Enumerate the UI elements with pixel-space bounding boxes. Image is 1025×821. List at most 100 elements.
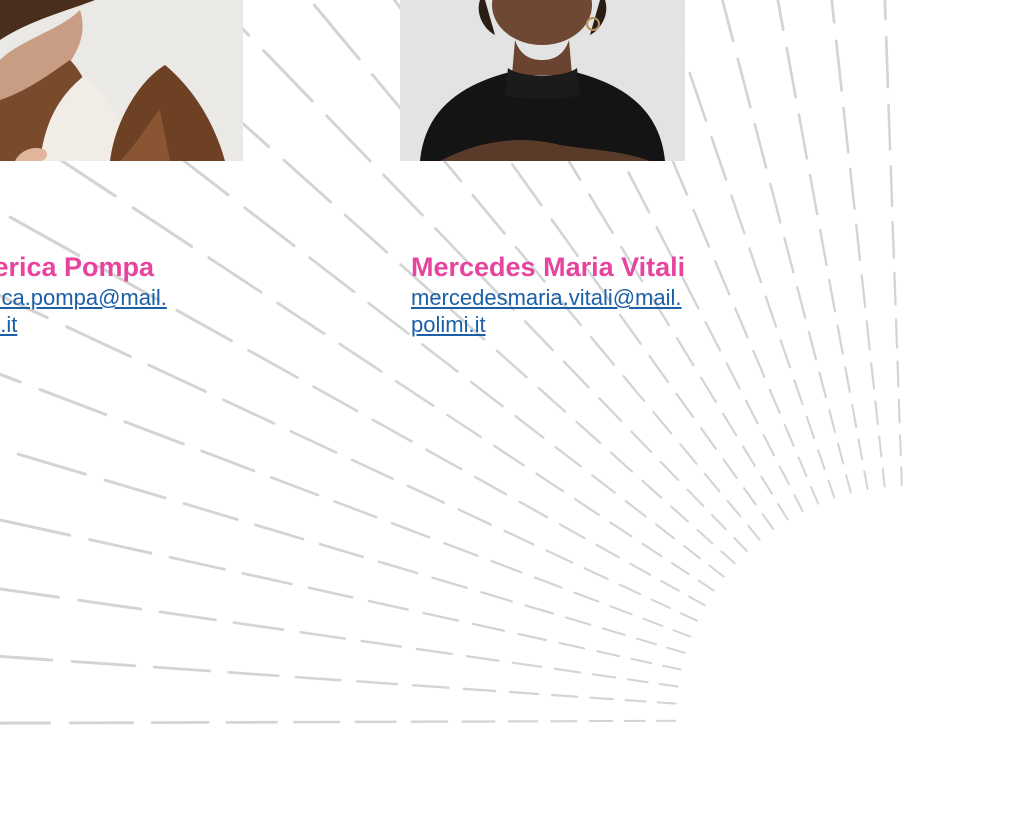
decorative-dash bbox=[338, 342, 383, 373]
decorative-dash bbox=[635, 637, 658, 646]
decorative-dash bbox=[595, 543, 620, 559]
decorative-dash bbox=[648, 355, 670, 384]
decorative-dash bbox=[390, 521, 431, 539]
decorative-dash bbox=[778, 465, 790, 486]
decorative-dash bbox=[308, 256, 356, 294]
decorative-dash bbox=[744, 399, 759, 425]
decorative-dash bbox=[675, 336, 695, 367]
decorative-dash bbox=[562, 360, 590, 389]
decorative-dash bbox=[874, 400, 879, 426]
person-name: Mercedes Maria Vitali bbox=[411, 252, 686, 282]
decorative-dash bbox=[514, 414, 545, 439]
decorative-dash bbox=[828, 408, 836, 433]
decorative-dash bbox=[182, 502, 239, 521]
decorative-dash bbox=[779, 339, 792, 369]
email-line-1[interactable]: mercedesmaria.vitali@mail. bbox=[411, 284, 685, 311]
decorative-dash bbox=[276, 301, 326, 336]
decorative-dash bbox=[457, 508, 492, 526]
decorative-dash bbox=[688, 595, 706, 607]
decorative-dash bbox=[411, 684, 450, 689]
email-link[interactable]: mercedesmaria.vitali@mail. polimi.it bbox=[411, 284, 685, 338]
decorative-dash bbox=[243, 206, 296, 248]
decorative-dash bbox=[721, 0, 735, 43]
decorative-dash bbox=[517, 632, 548, 642]
decorative-dash bbox=[471, 193, 506, 235]
decorative-dash bbox=[406, 484, 446, 504]
decorative-dash bbox=[769, 182, 782, 224]
decorative-dash bbox=[658, 682, 679, 688]
decorative-dash bbox=[655, 523, 676, 540]
decorative-dash bbox=[652, 410, 673, 435]
decorative-dash bbox=[624, 499, 647, 518]
decorative-dash bbox=[699, 376, 717, 403]
decorative-dash bbox=[887, 103, 892, 151]
decorative-dash bbox=[752, 349, 766, 379]
decorative-dash bbox=[307, 586, 354, 599]
decorative-dash bbox=[883, 0, 887, 20]
decorative-dash bbox=[845, 474, 852, 494]
decorative-dash bbox=[377, 560, 419, 575]
decorative-dash bbox=[343, 213, 389, 254]
decorative-dash bbox=[797, 113, 809, 160]
decorative-dash bbox=[714, 260, 731, 296]
decorative-dash bbox=[325, 114, 372, 163]
decorative-dash bbox=[730, 194, 746, 235]
decorative-dash bbox=[734, 307, 749, 339]
person-name: derica Pompa bbox=[0, 252, 155, 282]
decorative-dash bbox=[670, 505, 690, 523]
decorative-dash bbox=[857, 438, 864, 461]
decorative-dash bbox=[535, 472, 565, 493]
decorative-dash bbox=[860, 274, 867, 308]
decorative-dash bbox=[672, 629, 692, 638]
decorative-dash bbox=[710, 136, 728, 181]
decorative-dash bbox=[227, 670, 280, 678]
decorative-dash bbox=[776, 0, 785, 32]
decorative-dash bbox=[495, 349, 528, 379]
email-line-2[interactable]: mi.it bbox=[0, 311, 167, 338]
decorative-dash bbox=[692, 208, 711, 248]
decorative-dash bbox=[554, 445, 582, 468]
decorative-dash bbox=[0, 654, 54, 662]
decorative-dash bbox=[558, 523, 586, 540]
decorative-dash bbox=[596, 650, 621, 658]
decorative-dash bbox=[598, 397, 623, 423]
decorative-dash bbox=[764, 295, 778, 328]
decorative-dash bbox=[704, 320, 722, 352]
decorative-dash bbox=[394, 379, 435, 407]
decorative-dash bbox=[16, 452, 88, 476]
decorative-dash bbox=[589, 696, 615, 701]
decorative-dash bbox=[550, 693, 579, 698]
decorative-dash bbox=[553, 667, 581, 674]
decorative-dash bbox=[367, 301, 410, 335]
decorative-dash bbox=[152, 665, 212, 673]
decorative-dash bbox=[733, 537, 748, 552]
decorative-dash bbox=[870, 362, 876, 390]
decorative-dash bbox=[659, 460, 680, 482]
decorative-dash bbox=[679, 612, 698, 622]
decorative-dash bbox=[589, 336, 615, 366]
decorative-dash bbox=[675, 392, 695, 419]
decorative-dash bbox=[777, 503, 789, 521]
decorative-dash bbox=[221, 398, 276, 425]
decorative-dash bbox=[622, 375, 646, 402]
decorative-dash bbox=[147, 363, 208, 393]
decorative-dash bbox=[558, 641, 586, 650]
decorative-dash bbox=[469, 380, 504, 408]
decorative-dash bbox=[591, 673, 617, 679]
decorative-dash bbox=[247, 348, 299, 379]
decorative-dash bbox=[726, 499, 742, 518]
email-line-2[interactable]: polimi.it bbox=[411, 311, 685, 338]
decorative-dash bbox=[367, 599, 409, 611]
decorative-dash bbox=[158, 610, 217, 622]
decorative-dash bbox=[783, 236, 795, 274]
email-link[interactable]: erica.pompa@mail. mi.it bbox=[0, 284, 167, 338]
decorative-dash bbox=[641, 542, 663, 558]
email-line-1[interactable]: erica.pompa@mail. bbox=[0, 284, 167, 311]
decorative-dash bbox=[574, 498, 600, 516]
decorative-dash bbox=[889, 164, 894, 208]
decorative-dash bbox=[893, 271, 897, 306]
decorative-dash bbox=[656, 701, 677, 705]
decorative-dash bbox=[834, 39, 843, 92]
decorative-dash bbox=[793, 494, 804, 512]
decorative-dash bbox=[415, 647, 454, 656]
